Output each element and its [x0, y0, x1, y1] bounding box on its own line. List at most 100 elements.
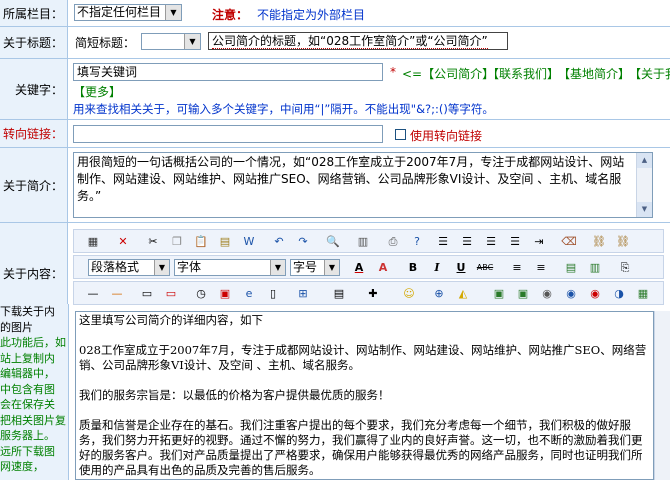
keyword-link-company[interactable]: <=【公司简介】	[402, 65, 494, 82]
table-col-icon[interactable]: ▥	[586, 259, 604, 276]
redirect-input[interactable]	[73, 125, 383, 143]
content-label: 关于内容：	[2, 267, 63, 281]
chevron-down-icon: ▼	[154, 260, 169, 275]
video-icon[interactable]: ◉	[586, 285, 604, 302]
emoticon-icon[interactable]: ☺	[400, 285, 418, 302]
italic-icon[interactable]: I	[428, 259, 446, 276]
calculator-icon[interactable]: ▥	[354, 233, 372, 250]
required-star: *	[390, 65, 396, 79]
note-text: 不能指定为外部栏目	[257, 8, 366, 22]
link-icon[interactable]: ⛓	[590, 233, 608, 250]
short-title-select[interactable]: ▼	[141, 33, 201, 50]
zoom-icon[interactable]: ⊕	[430, 285, 448, 302]
intro-label: 关于简介：	[0, 148, 68, 222]
toolbar-row-2: 段落格式 ▼ 字体 ▼ 字号 ▼ A A B I U ABC ≡ ≡ ▤ ▥ ⎘	[73, 255, 664, 279]
picture-icon[interactable]: ▣	[490, 285, 508, 302]
paste-word-icon[interactable]: W	[240, 233, 258, 250]
editor-paragraph: 我们的服务宗旨是：以最低的价格为客户提供最优质的服务！	[79, 388, 390, 402]
keyword-link-about[interactable]: 【关于我们】	[629, 65, 670, 82]
font-color-icon[interactable]: A	[350, 259, 368, 276]
title-label: 关于标题：	[0, 27, 68, 58]
intro-textarea[interactable]: 用很简短的一句话概括公司的一个情况，如“028工作室成立于2007年7月，专注于…	[73, 152, 653, 218]
page-break-icon[interactable]: ▭	[162, 285, 180, 302]
chevron-down-icon: ▼	[184, 34, 200, 49]
image-download-note: 下载关于内 的图片 此功能后，如 站上复制内 编辑器中， 中包含有图 会在保存关…	[0, 304, 69, 480]
redirect-checkbox[interactable]	[395, 129, 406, 140]
form-icon[interactable]: ▤	[330, 285, 348, 302]
bold-icon[interactable]: B	[404, 259, 422, 276]
numbered-list-icon[interactable]: ≡	[508, 259, 526, 276]
calendar-icon[interactable]: ▣	[216, 285, 234, 302]
paragraph-format-select[interactable]: 段落格式 ▼	[88, 259, 170, 276]
keyword-hint: 用来查找相关关于，可输入多个关键字，中间用“|”隔开。不能出现"&?;:()等字…	[73, 102, 494, 116]
align-left-icon[interactable]: ☰	[434, 233, 452, 250]
align-right-icon[interactable]: ☰	[482, 233, 500, 250]
scroll-down-icon[interactable]: ▼	[637, 202, 652, 217]
highlight-color-icon[interactable]: A	[374, 259, 392, 276]
eraser-icon[interactable]: ⌫	[560, 233, 578, 250]
chat-icon[interactable]: ◑	[610, 285, 628, 302]
text-field-icon[interactable]: ▭	[138, 285, 156, 302]
short-title-label: 简短标题：	[75, 36, 136, 50]
select-all-icon[interactable]: ▦	[84, 233, 102, 250]
align-justify-icon[interactable]: ☰	[506, 233, 524, 250]
keyword-link-base[interactable]: 【基地简介】	[558, 65, 630, 82]
toolbar-row-3: — — ▭ ▭ ◷ ▣ e ▯ ⊞ ▤ ✚ ☺ ⊕ ◭ ▣ ▣ ◉ ◉ ◉ ◑ …	[73, 281, 664, 305]
unlink-icon[interactable]: ⛓	[614, 233, 632, 250]
source-icon[interactable]: ⎘	[616, 259, 634, 276]
column-select[interactable]: 不指定任何栏目 ▼	[74, 4, 182, 21]
cut-icon[interactable]: ✂	[144, 233, 162, 250]
print-icon[interactable]: ⎙	[384, 233, 402, 250]
document-icon[interactable]: ▯	[264, 285, 282, 302]
column-label: 所属栏目：	[0, 0, 68, 26]
indent-icon[interactable]: ⇥	[530, 233, 548, 250]
redirect-checkbox-label: 使用转向链接	[410, 129, 483, 143]
align-center-icon[interactable]: ☰	[458, 233, 476, 250]
keyword-label: 关键字：	[0, 59, 68, 119]
content-editor[interactable]: 这里填写公司简介的详细内容，如下 028工作室成立于2007年7月，专注于成都网…	[75, 311, 654, 480]
editor-toolbar-area: ▦ ✕ ✂ ❐ 📋 ▤ W ↶ ↷ 🔍 ▥ ⎙ ? ☰ ☰ ☰ ☰ ⇥ ⌫ ⛓ …	[69, 223, 670, 311]
marquee-icon[interactable]: —	[108, 285, 126, 302]
upload-icon[interactable]: ▦	[634, 285, 652, 302]
help-icon[interactable]: ?	[408, 233, 426, 250]
image-icon[interactable]: ◭	[454, 285, 472, 302]
browser-icon[interactable]: e	[240, 285, 258, 302]
undo-icon[interactable]: ↶	[270, 233, 288, 250]
copy-icon[interactable]: ❐	[168, 233, 186, 250]
editor-paragraph: 028工作室成立于2007年7月，专注于成都网站设计、网站制作、网站建设、网站维…	[79, 343, 647, 372]
strikethrough-icon[interactable]: ABC	[476, 259, 494, 276]
paste-icon[interactable]: 📋	[192, 233, 210, 250]
delete-icon[interactable]: ✕	[114, 233, 132, 250]
bullet-list-icon[interactable]: ≡	[532, 259, 550, 276]
horizontal-rule-icon[interactable]: —	[84, 285, 102, 302]
flash-icon[interactable]: ▣	[514, 285, 532, 302]
underline-icon[interactable]: U	[452, 259, 470, 276]
note-label: 注意：	[212, 8, 249, 22]
clock-icon[interactable]: ◷	[192, 285, 210, 302]
keyword-link-contact[interactable]: 【联系我们】	[487, 65, 559, 82]
content-label-cell: 关于内容：	[0, 223, 68, 304]
realplayer-icon[interactable]: ◉	[562, 285, 580, 302]
toolbar-row-1: ▦ ✕ ✂ ❐ 📋 ▤ W ↶ ↷ 🔍 ▥ ⎙ ? ☰ ☰ ☰ ☰ ⇥ ⌫ ⛓ …	[73, 229, 664, 253]
table-insert-icon[interactable]: ⊞	[294, 285, 312, 302]
chevron-down-icon: ▼	[270, 260, 285, 275]
find-icon[interactable]: 🔍	[324, 233, 342, 250]
intro-row: 关于简介： 用很简短的一句话概括公司的一个情况，如“028工作室成立于2007年…	[0, 148, 670, 223]
media-icon[interactable]: ◉	[538, 285, 556, 302]
symbol-icon[interactable]: ✚	[364, 285, 382, 302]
font-size-select[interactable]: 字号 ▼	[290, 259, 340, 276]
scroll-up-icon[interactable]: ▲	[637, 153, 652, 168]
keyword-input[interactable]: 填写关键词	[73, 63, 383, 81]
redirect-label: 转向链接：	[0, 120, 68, 147]
title-row: 关于标题： 简短标题： ▼ 公司简介的标题，如“028工作室简介”或“公司简介”	[0, 27, 670, 59]
redo-icon[interactable]: ↷	[294, 233, 312, 250]
title-input[interactable]: 公司简介的标题，如“028工作室简介”或“公司简介”	[208, 32, 508, 50]
font-family-select[interactable]: 字体 ▼	[174, 259, 286, 276]
redirect-row: 转向链接： 使用转向链接	[0, 120, 670, 148]
editor-scrollbar[interactable]	[654, 311, 670, 480]
table-row-icon[interactable]: ▤	[562, 259, 580, 276]
keyword-link-more[interactable]: 【更多】	[73, 83, 121, 100]
intro-scrollbar[interactable]: ▲ ▼	[636, 153, 652, 217]
chevron-down-icon: ▼	[165, 5, 181, 20]
paste-text-icon[interactable]: ▤	[216, 233, 234, 250]
